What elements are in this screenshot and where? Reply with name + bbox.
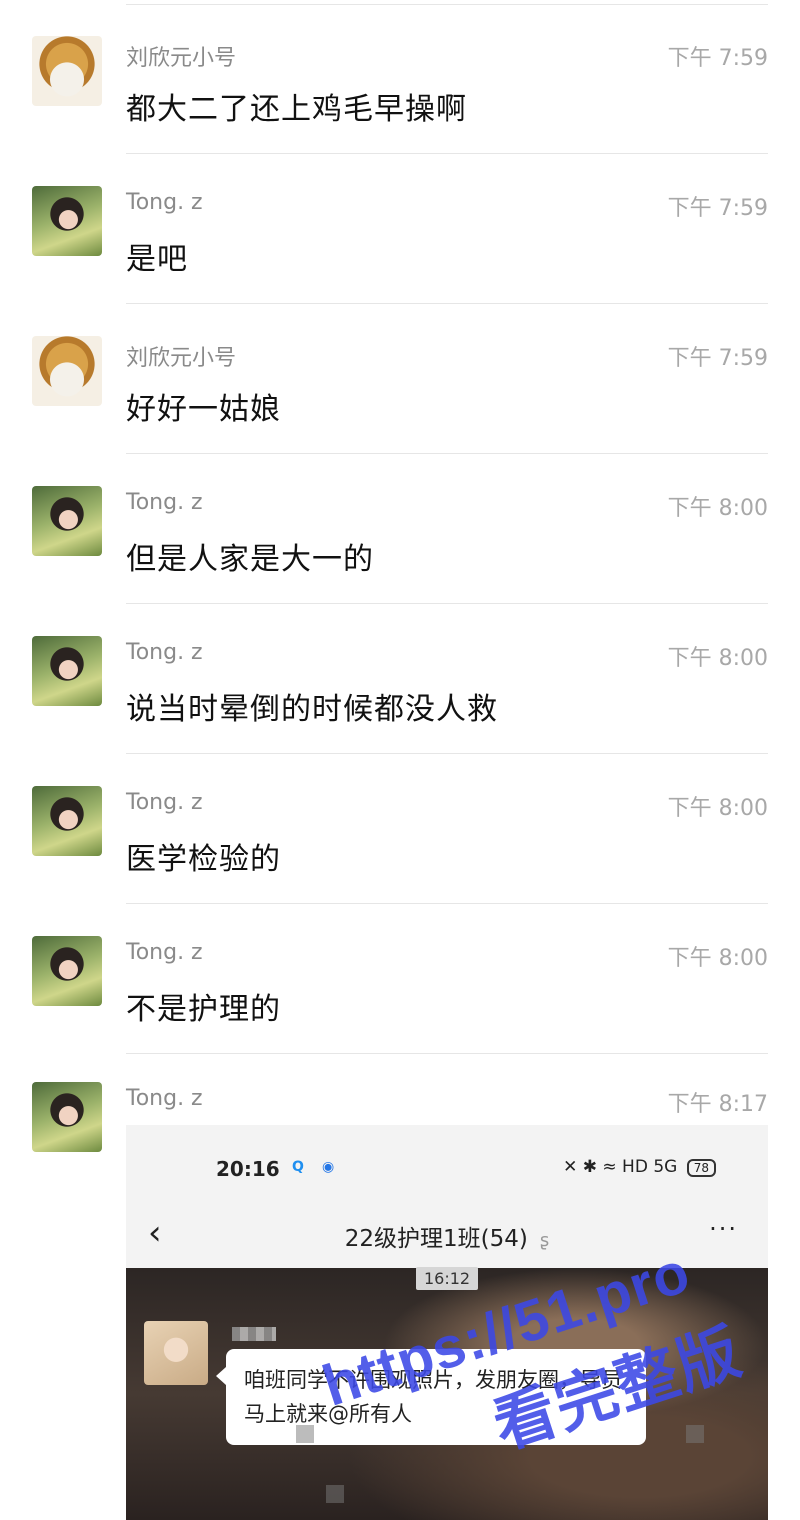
message-time: 下午 8:00	[667, 646, 768, 671]
app-notification-icon-2: ◉	[322, 1159, 335, 1175]
message-text[interactable]: 医学检验的	[126, 834, 281, 878]
message-time: 下午 8:00	[667, 496, 768, 521]
message-row[interactable]: 刘欣元小号 下午 7:59 好好一姑娘	[0, 304, 800, 454]
inner-time-chip: 16:12	[416, 1267, 479, 1290]
more-icon: ···	[709, 1215, 738, 1243]
message-text[interactable]: 说当时晕倒的时候都没人救	[126, 684, 498, 728]
inner-sender-name-blurred	[232, 1327, 276, 1341]
shared-screenshot-image[interactable]: 20:16 Q ◉ ✕ ✱ ≈ HD 5G 78 ‹ 22级护理1班(54) ʂ …	[126, 1125, 768, 1520]
mosaic-block	[686, 1425, 704, 1443]
girl-avatar-icon[interactable]	[32, 786, 102, 856]
inner-message-bubble: 咱班同学不许围观照片，发朋友圈，导员马上就来@所有人	[216, 1349, 646, 1445]
sender-name: 刘欣元小号	[126, 46, 237, 71]
message-text[interactable]: 但是人家是大一的	[126, 534, 374, 578]
dog-avatar-icon[interactable]	[32, 36, 102, 106]
sender-name: Tong. z	[126, 790, 203, 815]
sender-name: Tong. z	[126, 1086, 203, 1111]
battery-icon: 78	[686, 1159, 716, 1177]
sender-name: Tong. z	[126, 940, 203, 965]
mosaic-block	[296, 1425, 314, 1443]
message-text[interactable]: 不是护理的	[126, 984, 281, 1028]
mosaic-block	[326, 1485, 344, 1503]
message-text[interactable]: 都大二了还上鸡毛早操啊	[126, 84, 467, 128]
message-row[interactable]: Tong. z 下午 8:00 但是人家是大一的	[0, 454, 800, 604]
status-icons: ✕ ✱ ≈ HD 5G	[563, 1157, 678, 1177]
message-row[interactable]: Tong. z 下午 8:00 医学检验的	[0, 754, 800, 904]
sender-name: Tong. z	[126, 490, 203, 515]
sender-name: 刘欣元小号	[126, 346, 237, 371]
ear-icon: ʂ	[539, 1230, 550, 1251]
message-row[interactable]: 刘欣元小号 下午 7:59 都大二了还上鸡毛早操啊	[0, 4, 800, 154]
dog-avatar-icon[interactable]	[32, 336, 102, 406]
message-row[interactable]: Tong. z 下午 8:00 不是护理的	[0, 904, 800, 1054]
message-row[interactable]: Tong. z 下午 7:59 是吧	[0, 154, 800, 304]
sender-name: Tong. z	[126, 640, 203, 665]
app-notification-icon: Q	[292, 1159, 304, 1175]
inner-chat-header: ‹ 22级护理1班(54) ʂ ···	[126, 1205, 768, 1265]
message-time: 下午 7:59	[667, 46, 768, 71]
girl-avatar-icon[interactable]	[32, 186, 102, 256]
message-time: 下午 8:00	[667, 946, 768, 971]
inner-group-title: 22级护理1班(54) ʂ	[126, 1219, 768, 1253]
girl-avatar-icon[interactable]	[32, 636, 102, 706]
inner-status-bar: 20:16 Q ◉ ✕ ✱ ≈ HD 5G 78	[126, 1125, 768, 1210]
message-text[interactable]: 是吧	[126, 234, 188, 278]
inner-sender-avatar-icon	[144, 1321, 208, 1385]
inner-status-icons: ✕ ✱ ≈ HD 5G 78	[563, 1157, 716, 1177]
message-row[interactable]: Tong. z 下午 8:00 说当时晕倒的时候都没人救	[0, 604, 800, 754]
girl-avatar-icon[interactable]	[32, 486, 102, 556]
girl-avatar-icon[interactable]	[32, 1082, 102, 1152]
message-time: 下午 7:59	[667, 346, 768, 371]
message-time: 下午 7:59	[667, 196, 768, 221]
message-time: 下午 8:00	[667, 796, 768, 821]
message-text[interactable]: 好好一姑娘	[126, 384, 281, 428]
sender-name: Tong. z	[126, 190, 203, 215]
group-title-text: 22级护理1班(54)	[344, 1226, 528, 1252]
inner-status-time: 20:16	[216, 1157, 280, 1181]
message-time: 下午 8:17	[667, 1092, 768, 1117]
girl-avatar-icon[interactable]	[32, 936, 102, 1006]
